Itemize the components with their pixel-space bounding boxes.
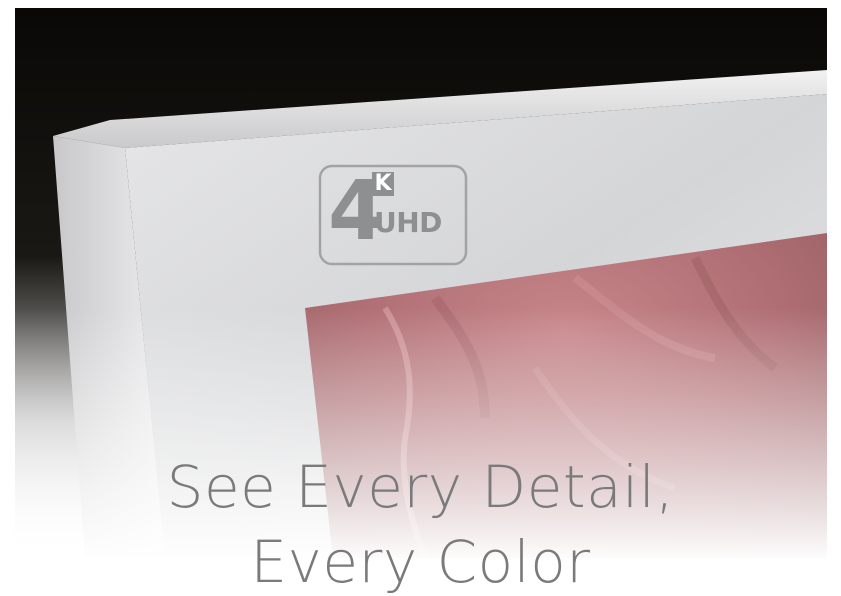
headline-line-1: See Every Detail, — [166, 453, 675, 521]
uhd-badge-label: UHD — [374, 206, 442, 239]
4k-badge-letter: K — [372, 172, 394, 196]
headline-line-2: Every Color — [250, 528, 591, 596]
